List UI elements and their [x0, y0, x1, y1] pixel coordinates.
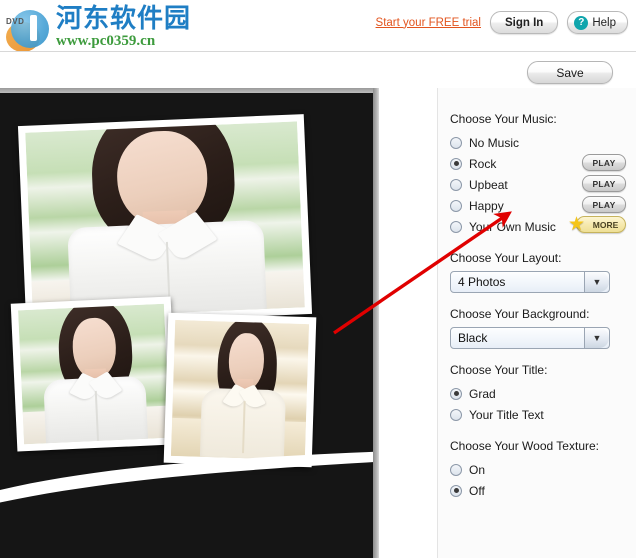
music-group: Choose Your Music: No Music Rock PLAY Up… [450, 112, 630, 237]
chevron-down-icon[interactable]: ▼ [584, 272, 609, 292]
wood-option-label: Off [469, 483, 485, 498]
radio-icon-wood-on[interactable] [450, 463, 462, 476]
wood-option-on[interactable]: On [450, 459, 630, 480]
background-group: Choose Your Background: Black ▼ [450, 307, 630, 349]
settings-panel: Choose Your Music: No Music Rock PLAY Up… [437, 88, 636, 558]
logo-icon: DVD [4, 4, 54, 52]
music-option-label: Your Own Music [469, 219, 556, 234]
question-mark-icon: ? [574, 15, 589, 30]
wood-option-label: On [469, 462, 486, 477]
background-group-label: Choose Your Background: [450, 307, 590, 321]
music-option-no-music[interactable]: No Music [450, 132, 630, 153]
star-icon: ★ [568, 214, 586, 235]
application-root: DVD 河东软件园 www.pc0359.cn Start your FREE … [0, 0, 636, 558]
wood-option-off[interactable]: Off [450, 480, 630, 501]
music-option-label: Upbeat [469, 177, 508, 192]
radio-icon-happy[interactable] [450, 199, 462, 212]
canvas-right-edge [373, 88, 379, 558]
dvd-badge-label: DVD [6, 17, 25, 26]
more-button[interactable]: ★ MORE [568, 215, 626, 234]
radio-icon-wood-off[interactable] [450, 484, 462, 497]
play-button-upbeat[interactable]: PLAY [582, 175, 626, 192]
title-option-label: Your Title Text [469, 407, 544, 422]
brand-url: www.pc0359.cn [56, 32, 156, 49]
site-watermark-logo: DVD 河东软件园 www.pc0359.cn [4, 3, 192, 52]
music-option-your-own-music[interactable]: Your Own Music ★ MORE [450, 215, 630, 237]
wood-texture-group: Choose Your Wood Texture: On Off [450, 439, 630, 501]
collage-preview-canvas[interactable]: AMY LYNN MAY [0, 88, 390, 558]
start-free-trial-link[interactable]: Start your FREE trial [376, 17, 481, 29]
header-divider [0, 51, 636, 52]
layout-group: Choose Your Layout: 4 Photos ▼ [450, 251, 630, 293]
music-option-label: No Music [469, 135, 520, 150]
save-button[interactable]: Save [527, 61, 613, 84]
background-select-value: Black [458, 331, 488, 345]
music-option-label: Rock [469, 156, 497, 171]
music-option-label: Happy [469, 198, 504, 213]
title-group: Choose Your Title: Grad Your Title Text [450, 363, 630, 425]
music-option-happy[interactable]: Happy PLAY [450, 195, 630, 216]
radio-icon-your-own-music[interactable] [450, 220, 462, 233]
layout-select-value: 4 Photos [458, 275, 506, 289]
radio-icon-rock[interactable] [450, 157, 462, 170]
save-bar: Save [437, 58, 636, 88]
more-button-label: MORE [592, 219, 619, 230]
help-button[interactable]: ? Help [567, 11, 628, 34]
layout-group-label: Choose Your Layout: [450, 251, 562, 265]
music-option-rock[interactable]: Rock PLAY [450, 153, 630, 174]
title-group-label: Choose Your Title: [450, 363, 548, 377]
radio-icon-grad[interactable] [450, 387, 462, 400]
chevron-down-icon[interactable]: ▼ [584, 328, 609, 348]
background-select[interactable]: Black ▼ [450, 327, 610, 349]
music-group-label: Choose Your Music: [450, 112, 557, 126]
collage-photo-2[interactable] [10, 296, 178, 452]
radio-icon-upbeat[interactable] [450, 178, 462, 191]
brand-name-cn: 河东软件园 [56, 3, 192, 34]
music-option-upbeat[interactable]: Upbeat PLAY [450, 174, 630, 195]
header-actions: Start your FREE trial Sign In ? Help [376, 11, 628, 34]
title-option-label: Grad [469, 386, 496, 401]
help-button-label: Help [592, 16, 616, 29]
wood-texture-group-label: Choose Your Wood Texture: [450, 439, 599, 453]
title-option-your-title-text[interactable]: Your Title Text [450, 404, 630, 425]
play-button-happy[interactable]: PLAY [582, 196, 626, 213]
collage-photo-3[interactable] [163, 312, 317, 468]
page-header: DVD 河东软件园 www.pc0359.cn Start your FREE … [0, 0, 636, 52]
radio-icon-your-title-text[interactable] [450, 408, 462, 421]
layout-select[interactable]: 4 Photos ▼ [450, 271, 610, 293]
radio-icon-no-music[interactable] [450, 136, 462, 149]
sign-in-button[interactable]: Sign In [490, 11, 559, 34]
play-button-rock[interactable]: PLAY [582, 154, 626, 171]
collage-photo-1[interactable] [17, 114, 313, 326]
title-option-grad[interactable]: Grad [450, 383, 630, 404]
